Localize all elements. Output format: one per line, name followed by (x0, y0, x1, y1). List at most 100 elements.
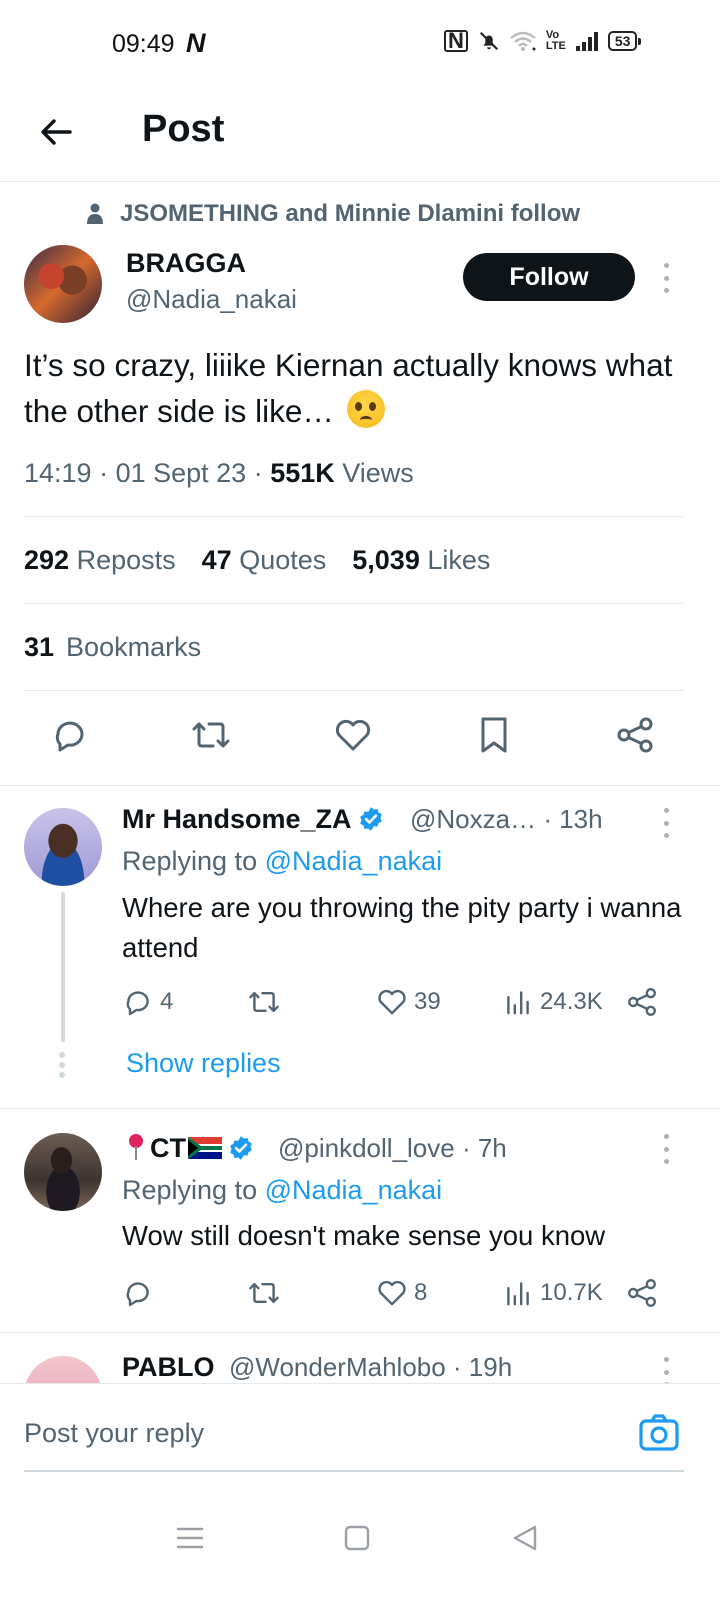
reply-button[interactable] (122, 1277, 154, 1309)
author-name[interactable]: BRAGGA (126, 248, 246, 279)
divider (24, 603, 684, 604)
repost-icon (249, 1283, 279, 1303)
divider (0, 1108, 720, 1109)
menu-icon[interactable] (174, 1522, 206, 1554)
nfc-icon: N (444, 30, 468, 52)
like-icon[interactable] (333, 715, 373, 755)
bookmarks-count: 31 (24, 632, 55, 662)
reply-handle-time: @Noxza… · 13h (410, 804, 603, 834)
more-icon[interactable] (661, 808, 671, 838)
reply-action-bar: 8 10.7K (122, 1277, 662, 1311)
reply-author-name[interactable]: CT (126, 1133, 254, 1164)
south-africa-flag-icon (188, 1137, 222, 1159)
more-icon[interactable] (661, 263, 671, 293)
likes-label: Likes (427, 545, 491, 575)
show-replies-link[interactable]: Show replies (126, 1048, 281, 1079)
reposts-label: Reposts (76, 545, 176, 575)
post-date: 01 Sept 23 (115, 458, 247, 488)
reply-count: 4 (160, 988, 174, 1015)
page-title: Post (142, 108, 225, 150)
replying-prefix: Replying to (122, 1175, 265, 1205)
repost-button[interactable] (248, 1277, 280, 1309)
reply-input[interactable]: Post your reply (24, 1418, 204, 1449)
reply-button[interactable]: 4 (122, 986, 173, 1018)
status-bar: 09:49 N N Vo LTE 53 (0, 0, 720, 92)
quotes-label: Quotes (239, 545, 327, 575)
engagement-stats: 292 Reposts 47 Quotes 5,039 Likes (24, 545, 490, 576)
reposts-stat[interactable]: 292 Reposts (24, 545, 176, 576)
social-context-text: JSOMETHING and Minnie Dlamini follow (120, 200, 581, 227)
replying-to-link[interactable]: @Nadia_nakai (265, 1175, 443, 1205)
quotes-count: 47 (201, 545, 232, 575)
replying-prefix: Replying to (122, 846, 265, 876)
composer-underline (24, 1470, 684, 1472)
thread-line (61, 892, 65, 1042)
replying-to: Replying to @Nadia_nakai (122, 1175, 442, 1206)
divider (0, 1332, 720, 1333)
reply-avatar[interactable] (24, 808, 102, 886)
like-icon (378, 1280, 406, 1306)
post-text: It’s so crazy, liiike Kiernan actually k… (24, 342, 684, 434)
quotes-stat[interactable]: 47 Quotes (202, 545, 327, 576)
home-icon[interactable] (341, 1522, 373, 1554)
views-count: 551K (270, 458, 335, 488)
status-time: 09:49 (112, 30, 175, 58)
verified-icon (230, 1136, 252, 1160)
reply-handle-time: @WonderMahlobo · 19h (229, 1352, 513, 1382)
repost-icon[interactable] (191, 715, 231, 755)
views-button[interactable]: 24.3K (502, 986, 603, 1018)
battery-level: 53 (614, 33, 631, 49)
author-handle[interactable]: @Nadia_nakai (126, 284, 297, 315)
repost-button[interactable] (248, 986, 280, 1018)
reply-avatar[interactable] (24, 1133, 102, 1211)
back-arrow-icon[interactable] (36, 112, 76, 152)
like-icon (378, 989, 406, 1015)
views-icon (507, 991, 529, 1015)
like-button[interactable]: 39 (376, 986, 441, 1018)
reply-icon (126, 991, 149, 1016)
share-button[interactable] (626, 1277, 658, 1309)
follow-button[interactable]: Follow (463, 253, 635, 301)
reply-icon[interactable] (50, 715, 90, 755)
more-icon[interactable] (661, 1134, 671, 1164)
likes-stat[interactable]: 5,039 Likes (352, 545, 490, 576)
reply-text: Where are you throwing the pity party i … (122, 892, 682, 963)
post-time: 14:19 (24, 458, 92, 488)
bookmarks-stat[interactable]: 31 Bookmarks (24, 632, 201, 663)
location-pin-icon (126, 1134, 146, 1160)
reply-author-name[interactable]: PABLO (122, 1352, 215, 1383)
like-count: 8 (414, 1279, 428, 1306)
thread-continuation-dots (59, 1052, 65, 1078)
social-context[interactable]: JSOMETHING and Minnie Dlamini follow (86, 200, 580, 228)
reply-composer: Post your reply (0, 1383, 720, 1483)
system-navigation-bar (0, 1486, 720, 1600)
verified-icon (359, 807, 382, 831)
divider (0, 785, 720, 786)
likes-count: 5,039 (352, 545, 420, 575)
post-action-bar (0, 715, 720, 761)
camera-icon[interactable] (638, 1412, 680, 1454)
wifi-icon (510, 31, 536, 51)
reply-text: Wow still doesn't make sense you know (122, 1220, 606, 1251)
views-button[interactable]: 10.7K (502, 1277, 603, 1309)
pleading-face-emoji-icon (346, 390, 385, 428)
share-icon[interactable] (615, 715, 655, 755)
view-count: 24.3K (540, 988, 603, 1015)
like-button[interactable]: 8 (376, 1277, 427, 1309)
author-avatar[interactable] (24, 245, 102, 323)
reposts-count: 292 (24, 545, 70, 575)
reply-author-name[interactable]: Mr Handsome_ZA (122, 804, 384, 835)
top-app-bar: Post (0, 92, 720, 182)
reply-action-bar: 4 39 24.3K (122, 986, 662, 1020)
divider (24, 690, 684, 691)
share-icon (628, 988, 656, 1016)
share-button[interactable] (626, 986, 658, 1018)
battery-icon: 53 (607, 31, 641, 51)
divider (24, 516, 684, 517)
volte-icon: Vo LTE (546, 30, 566, 52)
back-icon[interactable] (509, 1522, 541, 1554)
share-icon (628, 1279, 656, 1307)
status-icons: N Vo LTE 53 (444, 30, 641, 52)
bookmark-icon[interactable] (474, 715, 514, 755)
replying-to-link[interactable]: @Nadia_nakai (265, 846, 443, 876)
